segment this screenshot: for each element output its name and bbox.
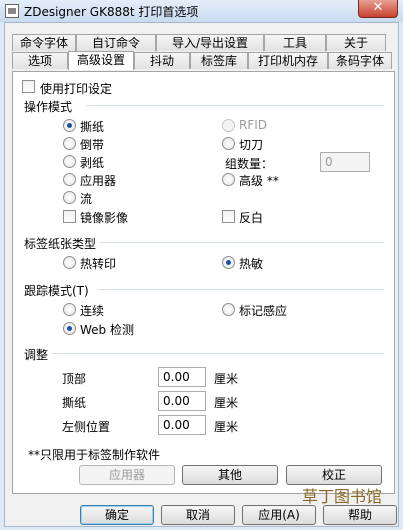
mode-rfid-label: RFID xyxy=(239,118,268,132)
adjust-top-unit: 厘米 xyxy=(214,372,239,386)
tracking-continuous-label: 连续 xyxy=(80,304,105,318)
adjust-left-position-label: 左侧位置 xyxy=(62,420,111,434)
cancel-button[interactable]: 取消 xyxy=(161,505,235,525)
mode-advanced-radio[interactable] xyxy=(222,173,235,186)
applicator-button[interactable]: 应用器 xyxy=(79,465,175,485)
ok-button[interactable]: 确定 xyxy=(80,505,154,525)
adjust-left-position-input[interactable]: 0.00 xyxy=(158,415,206,435)
mode-stream-label: 流 xyxy=(80,192,93,206)
tracking-web-sensing-label: Web 检测 xyxy=(80,323,134,337)
operation-mode-divider xyxy=(86,105,384,106)
media-direct-thermal-radio[interactable] xyxy=(222,256,235,269)
adjust-tear-off-label: 撕纸 xyxy=(62,396,87,410)
use-printer-settings-checkbox[interactable] xyxy=(22,80,35,93)
media-type-heading: 标签纸张类型 xyxy=(24,237,97,251)
tracking-mode-divider xyxy=(98,289,384,290)
mode-tear-off-radio[interactable] xyxy=(63,119,76,132)
help-button[interactable]: 帮助 xyxy=(323,505,397,525)
mirror-image-checkbox[interactable] xyxy=(63,210,76,223)
operation-mode-heading: 操作模式 xyxy=(24,100,73,114)
media-thermal-transfer-radio[interactable] xyxy=(63,256,76,269)
tracking-web-sensing-radio[interactable] xyxy=(63,322,76,335)
watermark: 草丁图书馆 xyxy=(302,487,383,506)
adjust-heading: 调整 xyxy=(24,348,49,362)
mode-peel-off-radio[interactable] xyxy=(63,155,76,168)
media-thermal-transfer-label: 热转印 xyxy=(80,257,117,271)
use-printer-settings-label: 使用打印设定 xyxy=(40,82,113,96)
tracking-mark-sensing-radio[interactable] xyxy=(222,303,235,316)
other-button[interactable]: 其他 xyxy=(182,465,278,485)
mode-rfid-radio[interactable] xyxy=(222,119,235,132)
mode-rewind-radio[interactable] xyxy=(63,137,76,150)
reverse-print-checkbox[interactable] xyxy=(222,210,235,223)
adjust-left-position-unit: 厘米 xyxy=(214,420,239,434)
adjust-tear-off-unit: 厘米 xyxy=(214,396,239,410)
group-count-input[interactable]: 0 xyxy=(320,152,370,172)
calibrate-button[interactable]: 校正 xyxy=(286,465,382,485)
group-count-label: 组数量： xyxy=(225,157,274,171)
media-type-divider xyxy=(100,242,384,243)
tracking-mark-sensing-label: 标记感应 xyxy=(239,304,288,318)
mode-rewind-label: 倒带 xyxy=(80,138,105,152)
mode-applicator-radio[interactable] xyxy=(63,173,76,186)
adjust-top-label: 顶部 xyxy=(62,372,87,386)
mode-cutter-label: 切刀 xyxy=(239,138,264,152)
mode-peel-off-label: 剥纸 xyxy=(80,156,105,170)
mirror-image-label: 镜像影像 xyxy=(80,211,129,225)
tracking-continuous-radio[interactable] xyxy=(63,303,76,316)
adjust-tear-off-input[interactable]: 0.00 xyxy=(158,391,206,411)
reverse-print-label: 反白 xyxy=(239,211,264,225)
adjust-top-input[interactable]: 0.00 xyxy=(158,367,206,387)
mode-stream-radio[interactable] xyxy=(63,191,76,204)
apply-button[interactable]: 应用(A) xyxy=(242,505,316,525)
mode-applicator-label: 应用器 xyxy=(80,174,117,188)
media-direct-thermal-label: 热敏 xyxy=(239,257,264,271)
mode-tear-off-label: 撕纸 xyxy=(80,120,105,134)
mode-cutter-radio[interactable] xyxy=(222,137,235,150)
mode-advanced-label: 高级 ** xyxy=(239,174,279,188)
label-software-note: **只限用于标签制作软件 xyxy=(28,448,161,462)
tracking-mode-heading: 跟踪模式(T) xyxy=(24,284,89,298)
adjust-divider xyxy=(52,353,384,354)
